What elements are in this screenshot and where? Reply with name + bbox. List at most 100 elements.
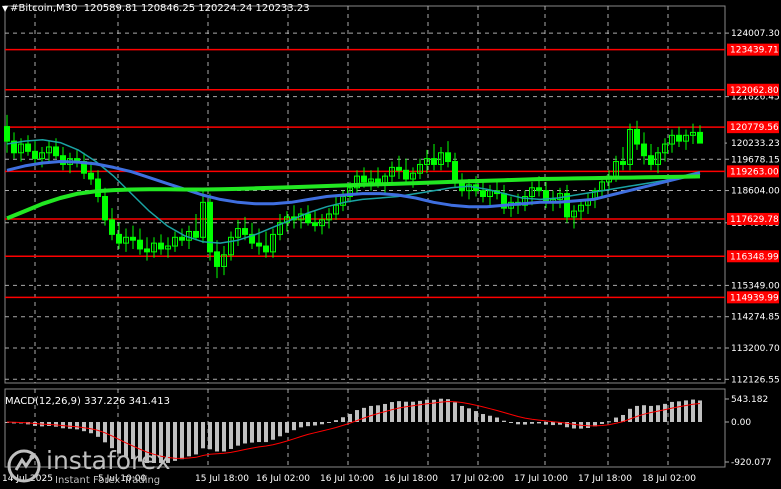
- y-tick-label: 115349.00: [731, 281, 780, 291]
- macd-histogram-bar: [250, 422, 254, 443]
- macd-histogram-bar: [495, 417, 499, 422]
- macd-histogram-bar: [453, 402, 457, 422]
- x-tick-label: 17 Jul 02:00: [450, 474, 504, 484]
- macd-histogram-bar: [586, 422, 590, 428]
- x-tick-label: 16 Jul 02:00: [256, 474, 310, 484]
- macd-tick-label: 543.182: [731, 395, 768, 405]
- candle-body: [620, 161, 626, 165]
- macd-histogram-bar: [460, 405, 464, 422]
- macd-histogram-bar: [89, 422, 93, 434]
- y-tick-label: 119678.15: [731, 155, 780, 165]
- macd-histogram-bar: [649, 405, 653, 422]
- price-level-label: 116348.99: [730, 252, 779, 262]
- macd-histogram-bar: [201, 422, 205, 449]
- candle-body: [144, 248, 150, 253]
- instaforex-logo: instaforex Instant Forex Trading: [6, 446, 206, 486]
- candle-body: [95, 178, 101, 197]
- y-tick-label: 113200.70: [731, 344, 780, 354]
- candle-body: [536, 187, 542, 192]
- macd-histogram-bar: [530, 422, 534, 424]
- candle-body: [137, 239, 143, 250]
- macd-histogram-bar: [327, 422, 331, 423]
- candle-body: [25, 143, 31, 152]
- candle-body: [32, 150, 38, 160]
- macd-histogram-bar: [684, 400, 688, 422]
- price-chart: 14 Jul 2025 15 Jul 18:00 16 Jul 02:00 16 Ju…: [2, 5, 780, 484]
- y-tick-label: 124007.30: [731, 29, 780, 39]
- macd-histogram-bar: [334, 420, 338, 422]
- macd-histogram-bar: [299, 422, 303, 428]
- price-level-label: 122062.80: [730, 86, 779, 96]
- x-tick-label: 16 Jul 10:00: [320, 474, 374, 484]
- candle-body: [361, 175, 367, 183]
- macd-histogram-bar: [82, 422, 86, 432]
- macd-histogram-bar: [390, 402, 394, 422]
- instaforex-emblem-icon: [7, 449, 41, 483]
- macd-histogram-bar: [278, 422, 282, 437]
- macd-histogram-bar: [404, 401, 408, 422]
- macd-histogram-bar: [516, 422, 520, 425]
- macd-histogram-bar: [271, 422, 275, 440]
- macd-histogram-bar: [397, 401, 401, 422]
- macd-histogram-bar: [656, 405, 660, 422]
- candle-body: [116, 233, 122, 244]
- symbol-dropdown-icon[interactable]: ▼: [2, 4, 8, 13]
- macd-histogram-bar: [222, 422, 226, 452]
- macd-histogram-bar: [600, 422, 604, 424]
- candle-body: [543, 190, 549, 203]
- logo-brand: instaforex: [46, 446, 171, 475]
- logo-tagline: Instant Forex Trading: [55, 475, 161, 486]
- candle-body: [452, 161, 458, 183]
- candle-body: [697, 131, 703, 144]
- price-level-label: 119263.00: [730, 167, 779, 177]
- candle-body: [130, 236, 136, 241]
- y-tick-label: 112126.55: [731, 375, 780, 385]
- macd-histogram-bar: [383, 403, 387, 422]
- price-level-label: 120779.56: [730, 123, 779, 133]
- macd-histogram-bar: [481, 414, 485, 422]
- macd-label: MACD(12,26,9) 337.226 341.413: [5, 396, 171, 407]
- macd-histogram-bar: [369, 405, 373, 422]
- candle-body: [242, 228, 248, 235]
- macd-histogram-bar: [551, 422, 555, 426]
- macd-histogram-bar: [523, 422, 527, 425]
- chart-header: ▼ #Bitcoin,M30 120589.81 120846.25 120224…: [2, 3, 310, 15]
- macd-histogram-bar: [68, 422, 72, 429]
- candle-body: [641, 143, 647, 157]
- candle-body: [207, 201, 213, 253]
- candle-body: [4, 126, 10, 142]
- macd-histogram-bar: [474, 411, 478, 422]
- candle-body: [193, 230, 199, 238]
- candle-body: [53, 146, 59, 157]
- x-tick-label: 18 Jul 02:00: [642, 474, 696, 484]
- candle-body: [305, 213, 311, 224]
- x-tick-label: 17 Jul 18:00: [578, 474, 632, 484]
- ohlc-values: 120589.81 120846.25 120224.24 120233.23: [83, 3, 310, 14]
- macd-tick-label: -920.077: [731, 458, 771, 468]
- candle-body: [396, 166, 402, 171]
- macd-histogram-bar: [614, 417, 618, 422]
- candle-body: [403, 169, 409, 180]
- candle-body: [312, 222, 318, 227]
- macd-histogram-bar: [572, 422, 576, 429]
- macd-histogram-bar: [502, 420, 506, 422]
- candle-body: [88, 172, 94, 180]
- macd-tick-label: 0.00: [731, 418, 751, 428]
- x-tick-label: 17 Jul 10:00: [514, 474, 568, 484]
- price-level-label: 123439.71: [730, 46, 779, 56]
- candle-body: [431, 158, 437, 165]
- macd-histogram-bar: [75, 422, 79, 430]
- macd-histogram-bar: [306, 422, 310, 427]
- candle-body: [256, 242, 262, 247]
- candle-body: [214, 251, 220, 267]
- macd-histogram-bar: [341, 417, 345, 422]
- macd-histogram-bar: [537, 422, 541, 424]
- y-tick-label: 118604.00: [731, 187, 780, 197]
- macd-histogram-bar: [208, 422, 212, 450]
- macd-histogram-bar: [285, 422, 289, 433]
- macd-histogram-bar: [96, 422, 100, 437]
- macd-histogram-bar: [670, 401, 674, 422]
- candle-body: [102, 196, 108, 221]
- macd-histogram-bar: [313, 422, 317, 426]
- macd-histogram-bar: [264, 422, 268, 443]
